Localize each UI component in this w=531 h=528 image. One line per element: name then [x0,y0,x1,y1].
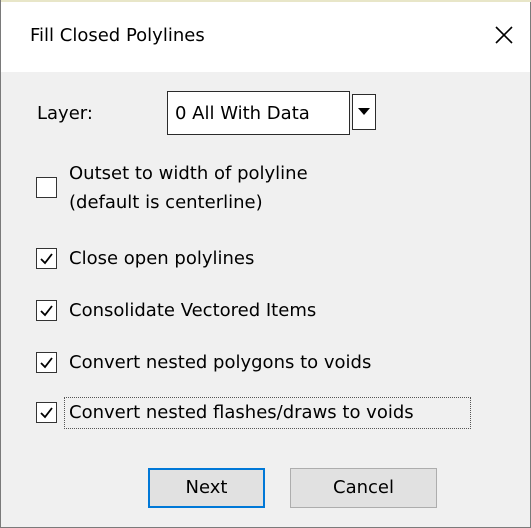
consolidate-vectored-items-checkbox[interactable] [36,300,57,321]
layer-select[interactable]: 0 All With Data [167,91,350,135]
outset-label-line2: (default is centerline) [69,192,263,213]
cancel-button[interactable]: Cancel [290,468,437,508]
checkmark-icon [40,305,53,317]
checkmark-icon [40,407,53,419]
fill-closed-polylines-dialog: Fill Closed Polylines Layer: 0 All With … [0,0,531,528]
layer-label: Layer: [37,103,93,124]
close-open-polylines-checkbox[interactable] [36,248,57,269]
convert-nested-flashes-label: Convert nested flashes/draws to voids [69,402,414,423]
close-icon[interactable] [487,18,521,52]
close-open-polylines-label: Close open polylines [69,248,255,269]
outset-checkbox[interactable] [36,177,57,198]
title-bar[interactable]: Fill Closed Polylines [1,2,530,72]
layer-select-value: 0 All With Data [175,103,310,124]
outset-label-line1: Outset to width of polyline [69,163,308,184]
checkmark-icon [40,357,53,369]
layer-dropdown-button[interactable] [352,94,376,130]
convert-nested-polygons-label: Convert nested polygons to voids [69,352,372,373]
convert-nested-flashes-checkbox[interactable] [36,402,57,423]
convert-nested-polygons-checkbox[interactable] [36,352,57,373]
consolidate-vectored-items-label: Consolidate Vectored Items [69,300,317,321]
next-button[interactable]: Next [148,468,265,508]
checkmark-icon [40,253,53,265]
dialog-title: Fill Closed Polylines [30,25,205,46]
